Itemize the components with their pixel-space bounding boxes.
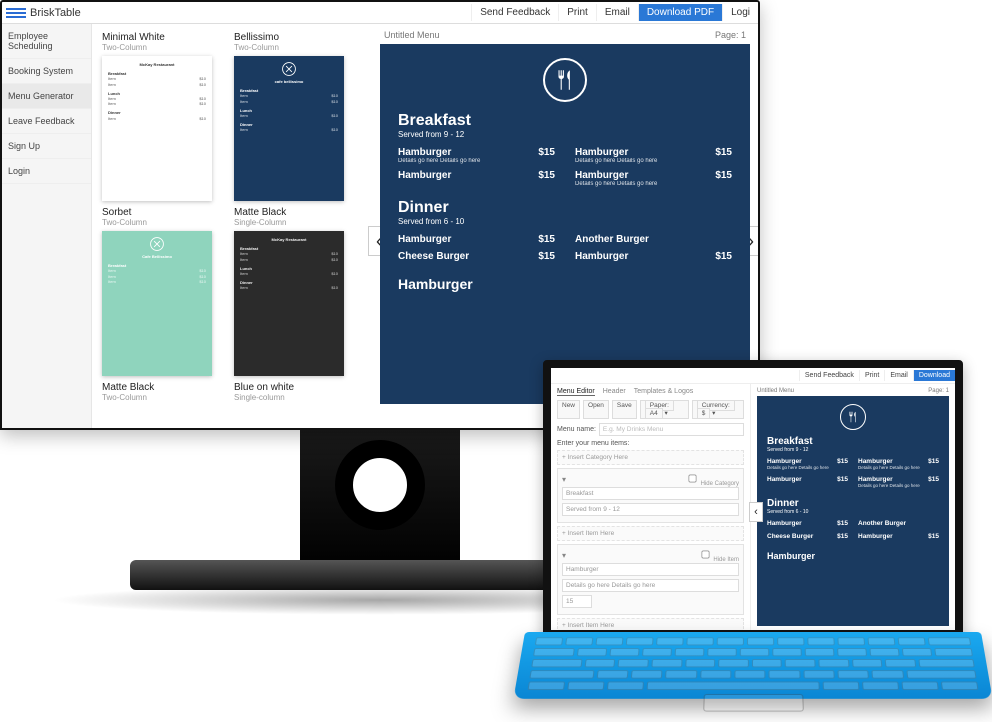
tab-menu-editor[interactable]: Menu Editor [557,388,595,396]
fork-spoon-icon [840,404,866,430]
laptop-keyboard [513,632,992,699]
download-pdf-button[interactable]: Download PDF [638,4,722,21]
prev-page-button[interactable]: ‹ [749,502,763,522]
download-button[interactable]: Download [913,370,955,381]
preview-title: Untitled Menu [384,30,440,40]
email-button[interactable]: Email [884,370,913,381]
hide-category-checkbox[interactable] [689,475,697,483]
insert-category-button[interactable]: + Insert Category Here [557,450,744,465]
template-title: Matte Black [234,207,354,218]
template-card[interactable]: Blue on white Single-column [234,382,354,406]
laptop-screen: Send Feedback Print Email Download Menu … [543,360,963,638]
template-subtitle: Two-Column [102,43,222,52]
section-subtitle: Served from 9 - 12 [398,130,732,139]
sidebar-item-login[interactable]: Login [2,159,91,184]
save-button[interactable]: Save [612,400,637,419]
print-button[interactable]: Print [859,370,884,381]
template-card[interactable]: Matte Black Two-Column [102,382,222,406]
template-title: Matte Black [102,382,222,393]
chevron-down-icon[interactable]: ▾ [562,551,566,560]
menu-item-loose: Hamburger [398,276,732,292]
template-title: Minimal White [102,32,222,43]
login-button[interactable]: Logi [722,4,758,21]
chevron-down-icon[interactable]: ▾ [562,475,566,484]
hide-item-checkbox[interactable] [701,551,709,559]
tab-header[interactable]: Header [603,388,626,396]
template-subtitle: Two-Column [102,393,222,402]
template-thumb: Cafe Bellissimo Breakfast Item$10 Item$1… [102,231,212,376]
section-title: Breakfast [398,112,732,130]
template-card[interactable]: Minimal White Two-Column McKay Restauran… [102,32,222,201]
sidebar-item-scheduling[interactable]: Employee Scheduling [2,24,91,59]
enter-items-label: Enter your menu items: [557,440,744,447]
sidebar: Employee Scheduling Booking System Menu … [2,24,92,428]
preview-title: Untitled Menu [757,388,794,394]
insert-item-button[interactable]: + Insert Item Here [557,618,744,633]
template-card[interactable]: Bellissimo Two-Column cafe bellissimo Br… [234,32,354,201]
section-title: Dinner [398,199,732,217]
item-block: ▾ Hide Item Hamburger Details go here De… [557,544,744,615]
new-button[interactable]: New [557,400,580,419]
item-name-input[interactable]: Hamburger [562,563,739,576]
menu-name-input[interactable]: E.g. My Drinks Menu [599,423,744,436]
fork-spoon-icon [543,58,587,102]
template-title: Sorbet [102,207,222,218]
template-thumb: cafe bellissimo Breakfast Item$10 Item$1… [234,56,344,201]
section-subtitle: Served from 6 - 10 [398,217,732,226]
template-subtitle: Single-column [234,393,354,402]
send-feedback-button[interactable]: Send Feedback [799,370,859,381]
template-subtitle: Two-Column [102,218,222,227]
sidebar-item-booking[interactable]: Booking System [2,59,91,84]
template-gallery: Minimal White Two-Column McKay Restauran… [92,24,372,428]
item-details-input[interactable]: Details go here Details go here [562,579,739,592]
menu-icon[interactable] [6,8,26,18]
sidebar-item-signup[interactable]: Sign Up [2,134,91,159]
template-card[interactable]: Sorbet Two-Column Cafe Bellissimo Breakf… [102,207,222,376]
template-thumb: McKay Restaurant Breakfast Item$10 Item$… [102,56,212,201]
template-title: Blue on white [234,382,354,393]
template-subtitle: Single-Column [234,218,354,227]
open-button[interactable]: Open [583,400,609,419]
category-name-input[interactable]: Breakfast [562,487,739,500]
tab-templates[interactable]: Templates & Logos [634,388,694,396]
item-price-input[interactable]: 15 [562,595,592,608]
currency-select[interactable]: Currency: $ ▾ [692,400,744,419]
paper-select[interactable]: Paper: A4 ▾ [640,400,689,419]
print-button[interactable]: Print [558,4,596,21]
menu-page: Breakfast Served from 9 - 12 Hamburger$1… [380,44,750,404]
menu-editor-panel: Menu Editor Header Templates & Logos New… [551,384,751,630]
app-brand: BriskTable [30,7,81,19]
send-feedback-button[interactable]: Send Feedback [471,4,558,21]
template-card[interactable]: Matte Black Single-Column McKay Restaura… [234,207,354,376]
laptop-topbar: Send Feedback Print Email Download [551,368,955,384]
category-block: ▾ Hide Category Breakfast Served from 9 … [557,468,744,523]
laptop-preview-pane: Untitled Menu Page: 1 ‹ Breakfast Served… [751,384,955,630]
template-subtitle: Two-Column [234,43,354,52]
menu-name-label: Menu name: [557,426,596,433]
sidebar-item-menu-generator[interactable]: Menu Generator [2,84,91,109]
template-thumb: McKay Restaurant Breakfast Item$10 Item$… [234,231,344,376]
sidebar-item-feedback[interactable]: Leave Feedback [2,109,91,134]
insert-item-button[interactable]: + Insert Item Here [557,526,744,541]
email-button[interactable]: Email [596,4,638,21]
category-sub-input[interactable]: Served from 9 - 12 [562,503,739,516]
template-title: Bellissimo [234,32,354,43]
app-topbar: BriskTable Send Feedback Print Email Dow… [2,2,758,24]
menu-page: Breakfast Served from 9 - 12 Hamburger$1… [757,396,949,626]
trackpad [703,694,804,712]
